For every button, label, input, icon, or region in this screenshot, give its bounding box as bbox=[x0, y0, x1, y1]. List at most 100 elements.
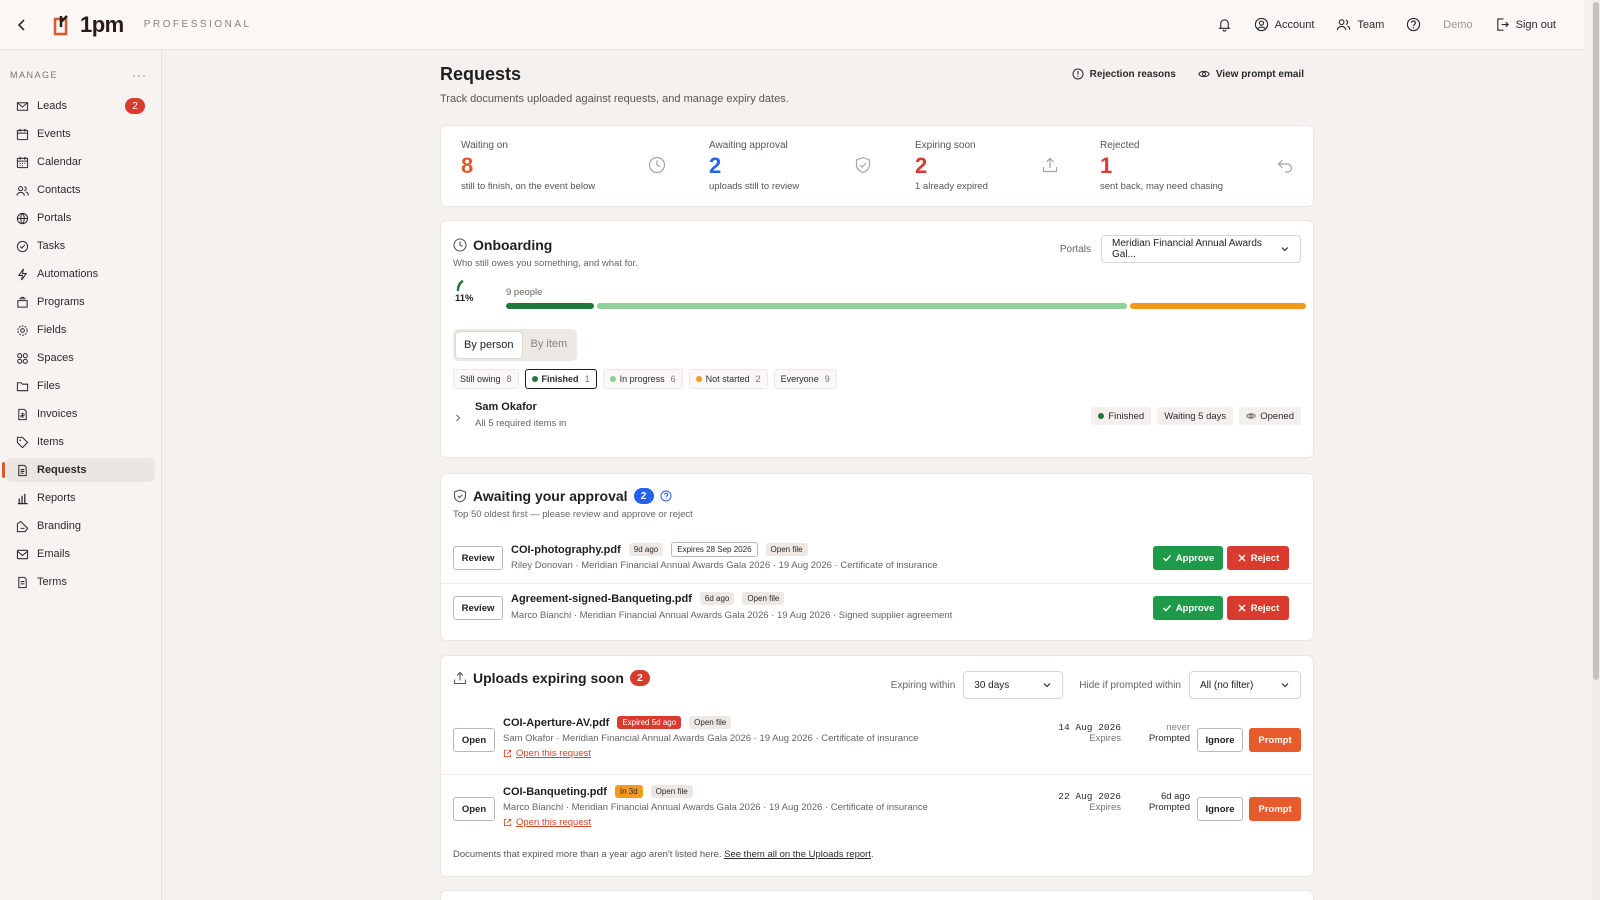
sidebar-item-label: Invoices bbox=[37, 408, 78, 420]
rejection-reasons-button[interactable]: Rejection reasons bbox=[1072, 68, 1176, 80]
view-prompt-email-button[interactable]: View prompt email bbox=[1198, 68, 1304, 80]
open-request-link[interactable]: Open this request bbox=[503, 748, 591, 759]
expiring-row: Open COI-Banqueting.pdf In 3d Open file … bbox=[453, 785, 1301, 835]
expiring-within-select[interactable]: 30 days bbox=[963, 671, 1064, 699]
file-name[interactable]: Agreement-signed-Banqueting.pdf bbox=[511, 593, 692, 605]
help-button[interactable] bbox=[1406, 17, 1421, 32]
more-icon[interactable]: ··· bbox=[132, 68, 147, 82]
review-button[interactable]: Review bbox=[453, 596, 503, 620]
open-file-link[interactable]: Open file bbox=[650, 785, 693, 798]
sidebar-item-emails[interactable]: Emails bbox=[6, 542, 155, 566]
ignore-button[interactable]: Ignore bbox=[1197, 728, 1243, 752]
filter-count: 6 bbox=[670, 374, 676, 384]
expired-badge: Expired 5d ago bbox=[617, 716, 682, 729]
file-name[interactable]: COI-Aperture-AV.pdf bbox=[503, 717, 609, 729]
sidebar-item-label: Leads bbox=[37, 100, 67, 112]
account-button[interactable]: Account bbox=[1254, 17, 1314, 32]
filter-still-owing[interactable]: Still owing 8 bbox=[453, 369, 519, 389]
stat-expiring-soon[interactable]: Expiring soon 2 1 already expired bbox=[915, 140, 1100, 206]
scrollbar-thumb[interactable] bbox=[1593, 2, 1599, 680]
open-request-link[interactable]: Open this request bbox=[503, 817, 591, 828]
user-circle-icon bbox=[1254, 17, 1268, 32]
approval-count-badge: 2 bbox=[633, 488, 654, 504]
filter-everyone[interactable]: Everyone 9 bbox=[773, 369, 837, 389]
logo[interactable]: 1pm PROFESSIONAL bbox=[52, 12, 252, 38]
top-bar: 1pm PROFESSIONAL Account Team Demo Sign … bbox=[0, 0, 1584, 50]
view-toggle: By person By item bbox=[453, 329, 578, 361]
stat-label: Waiting on bbox=[461, 140, 508, 151]
tab-by-item[interactable]: By item bbox=[523, 331, 576, 359]
stat-awaiting-approval[interactable]: Awaiting approval 2 uploads still to rev… bbox=[709, 140, 915, 206]
check-icon bbox=[1162, 605, 1171, 612]
filter-count: 1 bbox=[584, 374, 590, 384]
demo-button[interactable]: Demo bbox=[1443, 19, 1472, 31]
onboarding-card: Onboarding Who still owes you something,… bbox=[440, 220, 1314, 458]
reject-button[interactable]: Reject bbox=[1227, 546, 1289, 570]
sidebar-item-fields[interactable]: Fields bbox=[6, 318, 155, 342]
sidebar-item-label: Events bbox=[37, 128, 71, 140]
sidebar-item-files[interactable]: Files bbox=[6, 374, 155, 398]
sidebar-item-label: Spaces bbox=[37, 352, 74, 364]
sidebar-item-tasks[interactable]: Tasks bbox=[6, 234, 155, 258]
open-file-link[interactable]: Open file bbox=[742, 592, 785, 605]
notifications-button[interactable] bbox=[1217, 17, 1232, 32]
scrollbar[interactable] bbox=[1592, 0, 1600, 900]
person-row[interactable]: Sam Okafor All 5 required items in Finis… bbox=[453, 401, 1301, 441]
hide-prompted-select[interactable]: All (no filter) bbox=[1189, 671, 1301, 699]
sidebar-item-calendar[interactable]: Calendar bbox=[6, 150, 155, 174]
team-button[interactable]: Team bbox=[1336, 17, 1384, 32]
filter-count: 9 bbox=[824, 374, 830, 384]
divider bbox=[441, 583, 1315, 584]
expiring-card: Uploads expiring soon 2 Expiring within … bbox=[440, 655, 1315, 877]
open-button[interactable]: Open bbox=[453, 728, 495, 752]
chevron-right-icon[interactable] bbox=[453, 413, 463, 423]
open-file-link[interactable]: Open file bbox=[689, 716, 732, 729]
file-name[interactable]: COI-photography.pdf bbox=[511, 544, 621, 556]
portal-select[interactable]: Meridian Financial Annual Awards Gal... bbox=[1101, 235, 1301, 263]
stat-rejected[interactable]: Rejected 1 sent back, may need chasing bbox=[1100, 140, 1310, 206]
logo-text: 1pm bbox=[80, 11, 124, 37]
sidebar-item-branding[interactable]: Branding bbox=[6, 514, 155, 538]
filter-in-progress[interactable]: In progress 6 bbox=[602, 369, 683, 389]
file-name[interactable]: COI-Banqueting.pdf bbox=[503, 786, 607, 798]
file-name-line: COI-photography.pdf 9d ago Expires 28 Se… bbox=[511, 542, 808, 557]
prompt-button[interactable]: Prompt bbox=[1249, 728, 1301, 752]
sidebar-header: MANAGE ··· bbox=[0, 50, 161, 94]
sidebar-item-items[interactable]: Items bbox=[6, 430, 155, 454]
reject-button[interactable]: Reject bbox=[1227, 596, 1289, 620]
ignore-button[interactable]: Ignore bbox=[1197, 797, 1243, 821]
upload-icon bbox=[1042, 157, 1058, 173]
sidebar-item-portals[interactable]: Portals bbox=[6, 206, 155, 230]
sidebar-item-automations[interactable]: Automations bbox=[6, 262, 155, 286]
sidebar-item-events[interactable]: Events bbox=[6, 122, 155, 146]
open-file-link[interactable]: Open file bbox=[765, 543, 808, 556]
stat-waiting-on[interactable]: Waiting on 8 still to finish, on the eve… bbox=[461, 140, 709, 206]
filter-finished[interactable]: Finished 1 bbox=[524, 369, 597, 389]
sidebar-item-spaces[interactable]: Spaces bbox=[6, 346, 155, 370]
filter-not-started[interactable]: Not started 2 bbox=[688, 369, 768, 389]
help-circle-icon[interactable] bbox=[660, 490, 672, 502]
sidebar-item-label: Branding bbox=[37, 520, 82, 532]
back-button[interactable] bbox=[0, 18, 44, 32]
open-button[interactable]: Open bbox=[453, 797, 495, 821]
prompt-button[interactable]: Prompt bbox=[1249, 797, 1301, 821]
status-dot bbox=[1098, 413, 1105, 419]
sidebar-item-leads[interactable]: Leads 2 bbox=[6, 94, 155, 118]
sidebar-item-requests[interactable]: Requests bbox=[2, 458, 155, 482]
open-request-label: Open this request bbox=[516, 748, 591, 759]
sidebar-item-reports[interactable]: Reports bbox=[6, 486, 155, 510]
sidebar-item-invoices[interactable]: Invoices bbox=[6, 402, 155, 426]
sidebar-item-programs[interactable]: Programs bbox=[6, 290, 155, 314]
tab-by-person[interactable]: By person bbox=[455, 331, 523, 359]
approve-button[interactable]: Approve bbox=[1153, 596, 1223, 620]
portals-label: Portals bbox=[1059, 243, 1091, 255]
filter-label: Finished bbox=[541, 374, 579, 384]
approve-button[interactable]: Approve bbox=[1153, 546, 1223, 570]
review-button[interactable]: Review bbox=[453, 546, 503, 570]
sidebar-item-contacts[interactable]: Contacts bbox=[6, 178, 155, 202]
clock-icon bbox=[648, 156, 666, 174]
sidebar-item-terms[interactable]: Terms bbox=[6, 570, 155, 594]
uploads-report-link[interactable]: See them all on the Uploads report bbox=[724, 849, 871, 860]
footnote-period: . bbox=[870, 849, 874, 860]
sign-out-button[interactable]: Sign out bbox=[1495, 17, 1556, 32]
